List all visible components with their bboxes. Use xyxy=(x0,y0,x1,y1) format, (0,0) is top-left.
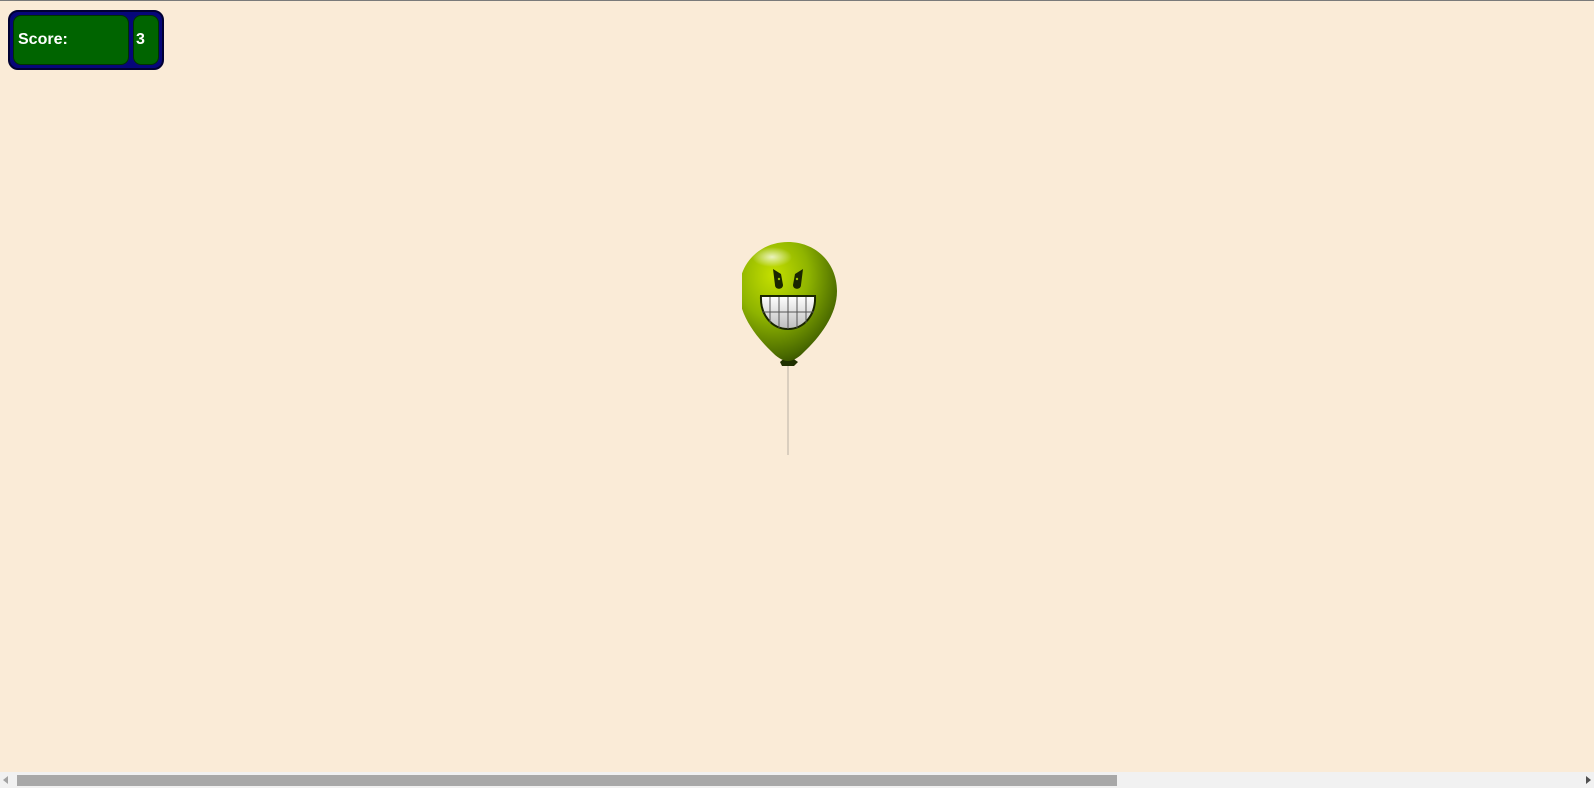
balloon-shine xyxy=(752,247,792,267)
score-label: Score: xyxy=(13,15,129,65)
scroll-thumb[interactable] xyxy=(17,775,1117,786)
scroll-left-arrow-icon[interactable] xyxy=(3,776,8,784)
score-panel: Score: 3 xyxy=(8,10,164,70)
score-value: 3 xyxy=(133,15,159,65)
horizontal-scrollbar[interactable] xyxy=(0,772,1594,788)
scroll-right-arrow-icon[interactable] xyxy=(1586,776,1591,784)
game-canvas[interactable]: Score: 3 xyxy=(0,0,1594,788)
grinning-devil-balloon-icon[interactable] xyxy=(742,241,858,459)
